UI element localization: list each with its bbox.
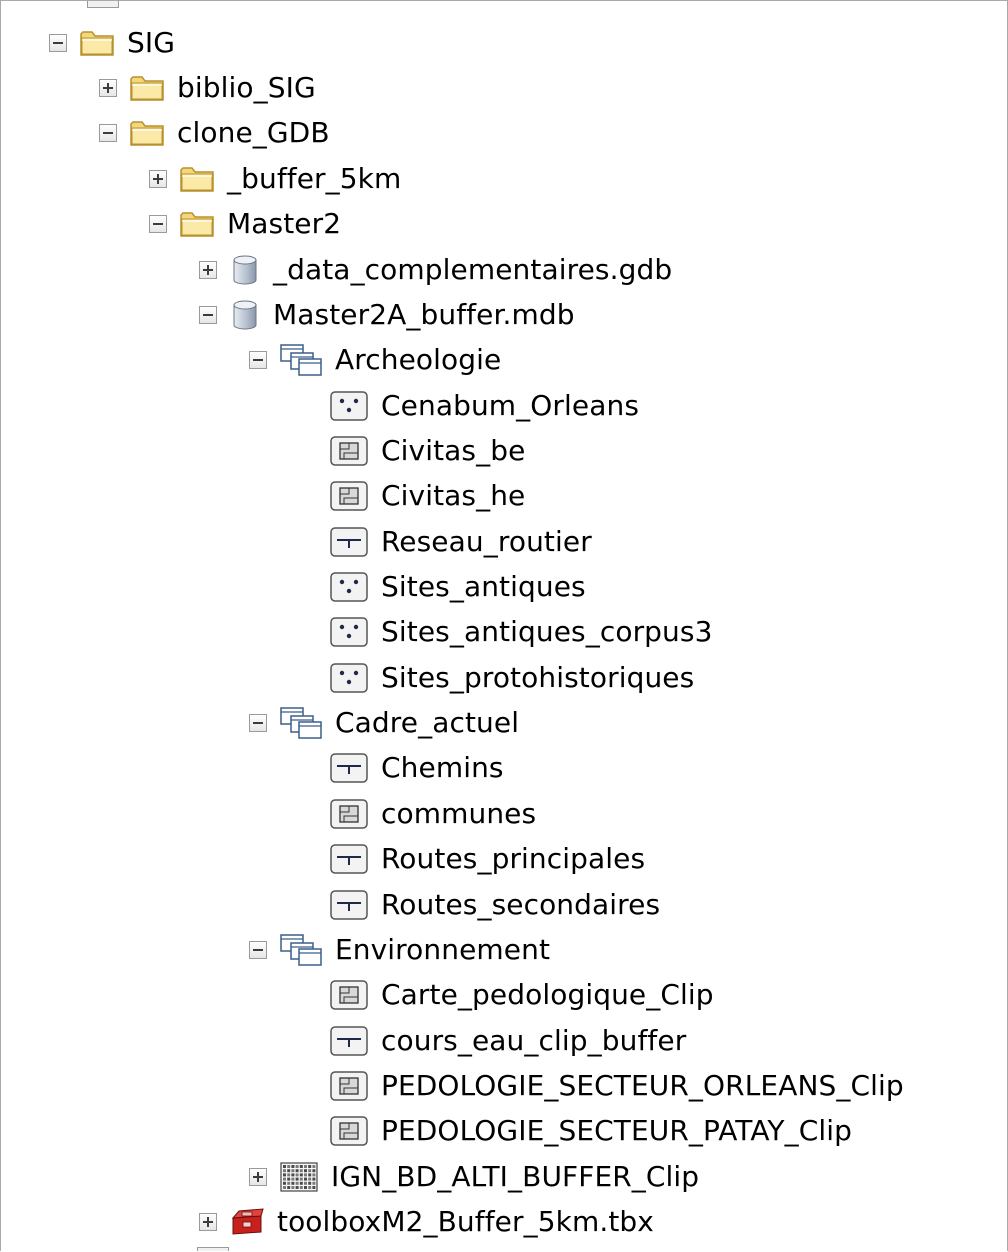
tree-node-label[interactable]: Carte_pedologique_Clip — [381, 973, 714, 1017]
point-feature-class-icon — [329, 390, 369, 422]
tree-node-label[interactable]: Archeologie — [335, 338, 501, 382]
tree-node[interactable]: Cadre_actuel — [249, 701, 519, 745]
line-feature-class-icon — [329, 889, 369, 921]
expand-toggle[interactable] — [199, 1213, 217, 1231]
tree-node[interactable]: PEDOLOGIE_SECTEUR_PATAY_Clip — [299, 1109, 852, 1153]
expand-toggle[interactable] — [249, 1168, 267, 1186]
feature-dataset-icon — [279, 933, 323, 967]
tree-node-label[interactable]: communes — [381, 792, 536, 836]
line-feature-class-icon — [329, 752, 369, 784]
feature-dataset-icon — [279, 343, 323, 377]
point-feature-class-icon — [329, 616, 369, 648]
expand-toggle[interactable] — [149, 170, 167, 188]
collapse-toggle[interactable] — [199, 306, 217, 324]
tree-node[interactable]: IGN_BD_ALTI_BUFFER_Clip — [249, 1155, 699, 1199]
polygon-feature-class-icon — [329, 979, 369, 1011]
tree-node[interactable]: Sites_antiques — [299, 565, 586, 609]
collapse-toggle[interactable] — [249, 941, 267, 959]
tree-node[interactable]: Archeologie — [249, 338, 501, 382]
tree-node-label[interactable]: Cenabum_Orleans — [381, 384, 639, 428]
tree-node[interactable]: Civitas_be — [299, 429, 525, 473]
polygon-feature-class-icon — [329, 480, 369, 512]
tree-node[interactable]: Chemins — [299, 746, 504, 790]
geodatabase-icon — [229, 299, 261, 331]
collapse-toggle[interactable] — [249, 714, 267, 732]
collapse-toggle[interactable] — [249, 351, 267, 369]
folder-icon — [179, 164, 215, 194]
tree-node-label[interactable]: toolboxM2_Buffer_5km.tbx — [277, 1200, 654, 1244]
tree-node-label[interactable]: Sites_antiques — [381, 565, 586, 609]
line-feature-class-icon — [329, 843, 369, 875]
tree-node-label[interactable]: Cadre_actuel — [335, 701, 519, 745]
tree-bottom-stub — [197, 1247, 229, 1251]
line-feature-class-icon — [329, 1025, 369, 1057]
tree-node-label[interactable]: Sites_protohistoriques — [381, 656, 694, 700]
expand-toggle[interactable] — [199, 261, 217, 279]
tree-node[interactable]: Master2A_buffer.mdb — [199, 293, 575, 337]
tree-node[interactable]: Master2 — [149, 202, 341, 246]
point-feature-class-icon — [329, 571, 369, 603]
tree-node[interactable]: Routes_secondaires — [299, 883, 660, 927]
tree-node-label[interactable]: Environnement — [335, 928, 550, 972]
tree-node[interactable]: Carte_pedologique_Clip — [299, 973, 714, 1017]
toolbox-icon — [229, 1206, 265, 1238]
tree-node[interactable]: PEDOLOGIE_SECTEUR_ORLEANS_Clip — [299, 1064, 904, 1108]
line-feature-class-icon — [329, 526, 369, 558]
folder-icon — [179, 209, 215, 239]
folder-icon — [129, 73, 165, 103]
polygon-feature-class-icon — [329, 1115, 369, 1147]
tree-node-label[interactable]: clone_GDB — [177, 111, 330, 155]
tree-node[interactable]: communes — [299, 792, 536, 836]
collapse-toggle[interactable] — [49, 34, 67, 52]
collapse-toggle[interactable] — [99, 124, 117, 142]
collapse-toggle[interactable] — [149, 215, 167, 233]
raster-dataset-icon — [279, 1161, 319, 1193]
tree-node-label[interactable]: PEDOLOGIE_SECTEUR_PATAY_Clip — [381, 1109, 852, 1153]
catalog-tree: SIG biblio_SIG clone_GDB _buffer_5km Mas… — [0, 0, 1008, 1251]
tree-node-label[interactable]: Chemins — [381, 746, 504, 790]
tree-node-label[interactable]: SIG — [127, 21, 175, 65]
tree-node-label[interactable]: Sites_antiques_corpus3 — [381, 610, 713, 654]
polygon-feature-class-icon — [329, 798, 369, 830]
tree-node[interactable]: SIG — [49, 21, 175, 65]
tree-node-label[interactable]: Routes_secondaires — [381, 883, 660, 927]
tree-node-label[interactable]: IGN_BD_ALTI_BUFFER_Clip — [331, 1155, 699, 1199]
tree-node[interactable]: Sites_protohistoriques — [299, 656, 694, 700]
tree-node[interactable]: Civitas_he — [299, 474, 525, 518]
tree-node-label[interactable]: cours_eau_clip_buffer — [381, 1019, 686, 1063]
tree-node[interactable]: _data_complementaires.gdb — [199, 248, 672, 292]
tree-node-label[interactable]: biblio_SIG — [177, 66, 316, 110]
tree-node[interactable]: biblio_SIG — [99, 66, 316, 110]
point-feature-class-icon — [329, 662, 369, 694]
tree-top-stub — [87, 1, 119, 8]
polygon-feature-class-icon — [329, 435, 369, 467]
tree-node-label[interactable]: Routes_principales — [381, 837, 645, 881]
tree-node-label[interactable]: Reseau_routier — [381, 520, 592, 564]
tree-node-label[interactable]: Civitas_he — [381, 474, 525, 518]
tree-node[interactable]: toolboxM2_Buffer_5km.tbx — [199, 1200, 654, 1244]
expand-toggle[interactable] — [99, 79, 117, 97]
tree-node-label[interactable]: PEDOLOGIE_SECTEUR_ORLEANS_Clip — [381, 1064, 904, 1108]
tree-node[interactable]: Cenabum_Orleans — [299, 384, 639, 428]
tree-node-label[interactable]: Master2A_buffer.mdb — [273, 293, 575, 337]
tree-node[interactable]: cours_eau_clip_buffer — [299, 1019, 686, 1063]
polygon-feature-class-icon — [329, 1070, 369, 1102]
feature-dataset-icon — [279, 706, 323, 740]
tree-node-label[interactable]: Master2 — [227, 202, 341, 246]
tree-node[interactable]: Sites_antiques_corpus3 — [299, 610, 713, 654]
tree-node[interactable]: clone_GDB — [99, 111, 330, 155]
tree-node-label[interactable]: Civitas_be — [381, 429, 525, 473]
folder-icon — [129, 118, 165, 148]
folder-icon — [79, 28, 115, 58]
tree-node[interactable]: Reseau_routier — [299, 520, 592, 564]
tree-node-label[interactable]: _data_complementaires.gdb — [273, 248, 672, 292]
geodatabase-icon — [229, 254, 261, 286]
tree-node[interactable]: Routes_principales — [299, 837, 645, 881]
tree-node-label[interactable]: _buffer_5km — [227, 157, 401, 201]
tree-node[interactable]: Environnement — [249, 928, 550, 972]
tree-node[interactable]: _buffer_5km — [149, 157, 401, 201]
